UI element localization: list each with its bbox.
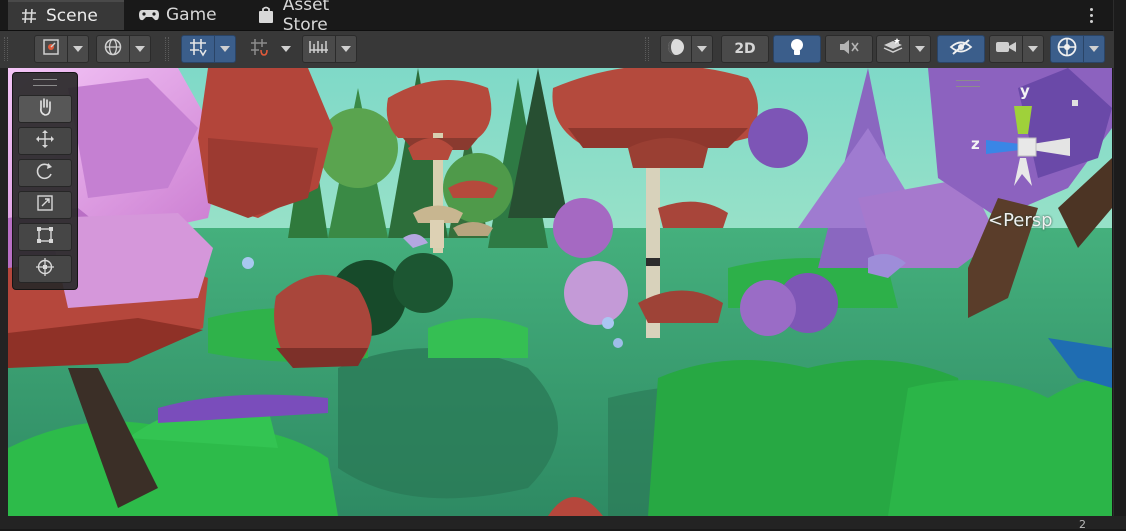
overlay-drag-handle[interactable] — [33, 79, 57, 86]
tab-scene-label: Scene — [46, 6, 98, 26]
chevron-down-icon — [1028, 46, 1038, 52]
rotate-tool-icon — [35, 161, 55, 185]
gizmo-y-label: y — [1020, 82, 1030, 100]
toolbar-grip — [645, 37, 649, 61]
lighting-bulb-icon — [789, 37, 805, 61]
gizmo-drag-handle[interactable] — [956, 80, 980, 87]
draw-mode-sphere-icon — [666, 37, 686, 61]
draw-mode-button[interactable] — [660, 35, 692, 63]
scene-viewport[interactable] — [8, 68, 1112, 516]
tab-asset-store-label: Asset Store — [282, 0, 330, 35]
audio-toggle[interactable] — [825, 35, 873, 63]
rect-tool-button[interactable] — [18, 223, 72, 251]
gizmo-z-label: z — [971, 135, 980, 153]
increment-snap-icon — [249, 37, 269, 61]
transform-tool-button[interactable] — [18, 255, 72, 283]
chevron-down-icon — [73, 46, 83, 52]
scale-tool-icon — [35, 193, 55, 217]
status-strip: 2 — [0, 516, 1126, 531]
2d-toggle[interactable]: 2D — [721, 35, 769, 63]
grid-snap-dropdown[interactable] — [214, 35, 236, 63]
hand-tool-button[interactable] — [18, 95, 72, 123]
gizmos-dropdown[interactable] — [1083, 35, 1105, 63]
transform-tool-icon — [35, 257, 55, 281]
tab-asset-store[interactable]: Asset Store — [246, 0, 386, 35]
chevron-down-icon — [281, 46, 291, 52]
tab-bar: Scene Game Asset Store — [0, 0, 1126, 35]
gizmo-handle-position-icon — [42, 38, 60, 60]
effects-button[interactable] — [876, 35, 910, 63]
more-options-icon[interactable] — [1084, 5, 1098, 25]
draw-mode-dropdown[interactable] — [691, 35, 713, 63]
chevron-down-icon — [220, 46, 230, 52]
gizmos-button[interactable] — [1050, 35, 1084, 63]
tab-game[interactable]: Game — [128, 0, 240, 30]
ruler-snap-dropdown[interactable] — [335, 35, 357, 63]
increment-snap-dropdown[interactable] — [275, 35, 297, 63]
tab-game-label: Game — [166, 5, 217, 25]
grid-snap-icon — [188, 37, 208, 61]
chevron-down-icon — [697, 46, 707, 52]
toolbar-grip — [4, 37, 8, 61]
scene-visibility-toggle[interactable] — [937, 35, 985, 63]
rotate-tool-button[interactable] — [18, 159, 72, 187]
move-tool-icon — [35, 129, 55, 153]
scene-camera-dropdown[interactable] — [1022, 35, 1044, 63]
store-bag-icon — [256, 6, 277, 24]
global-local-button[interactable] — [96, 35, 130, 63]
audio-mute-icon — [838, 38, 860, 60]
chevron-down-icon — [915, 46, 925, 52]
chevron-left-icon: < — [988, 210, 1004, 231]
window-edge — [1113, 0, 1126, 529]
lighting-toggle[interactable] — [773, 35, 821, 63]
scene-grid-icon — [18, 7, 40, 25]
gizmo-handle-dropdown[interactable] — [67, 35, 89, 63]
increment-snap-button[interactable] — [242, 35, 276, 63]
scale-tool-button[interactable] — [18, 191, 72, 219]
viewport-left-border — [0, 68, 8, 529]
scene-tools-overlay — [12, 72, 78, 290]
effects-layers-icon — [882, 37, 904, 61]
gizmo-handle-position-button[interactable] — [34, 35, 68, 63]
hand-tool-icon — [35, 97, 55, 121]
ruler-snap-icon — [308, 38, 330, 60]
chevron-down-icon — [341, 46, 351, 52]
move-tool-button[interactable] — [18, 127, 72, 155]
effects-dropdown[interactable] — [909, 35, 931, 63]
scene-toolbar: 2D — [0, 31, 1114, 68]
grid-snap-button[interactable] — [181, 35, 215, 63]
axis-gizmo-icon — [986, 100, 1078, 186]
projection-label: Persp — [1003, 210, 1053, 231]
2d-toggle-label: 2D — [734, 41, 756, 57]
status-number: 2 — [1079, 518, 1086, 531]
visibility-eye-icon — [949, 38, 973, 60]
camera-icon — [995, 39, 1017, 59]
scene-camera-button[interactable] — [989, 35, 1023, 63]
chevron-down-icon — [135, 46, 145, 52]
gamepad-icon — [138, 6, 160, 24]
forest-scene-render — [8, 68, 1112, 516]
toolbar-grip — [165, 37, 169, 61]
ruler-snap-button[interactable] — [302, 35, 336, 63]
global-local-dropdown[interactable] — [129, 35, 151, 63]
rect-tool-icon — [35, 225, 55, 249]
tab-scene[interactable]: Scene — [8, 0, 124, 30]
chevron-down-icon — [1089, 46, 1099, 52]
projection-toggle[interactable]: <Persp — [988, 210, 1053, 231]
global-local-icon — [103, 37, 123, 61]
gizmos-icon — [1056, 36, 1078, 62]
